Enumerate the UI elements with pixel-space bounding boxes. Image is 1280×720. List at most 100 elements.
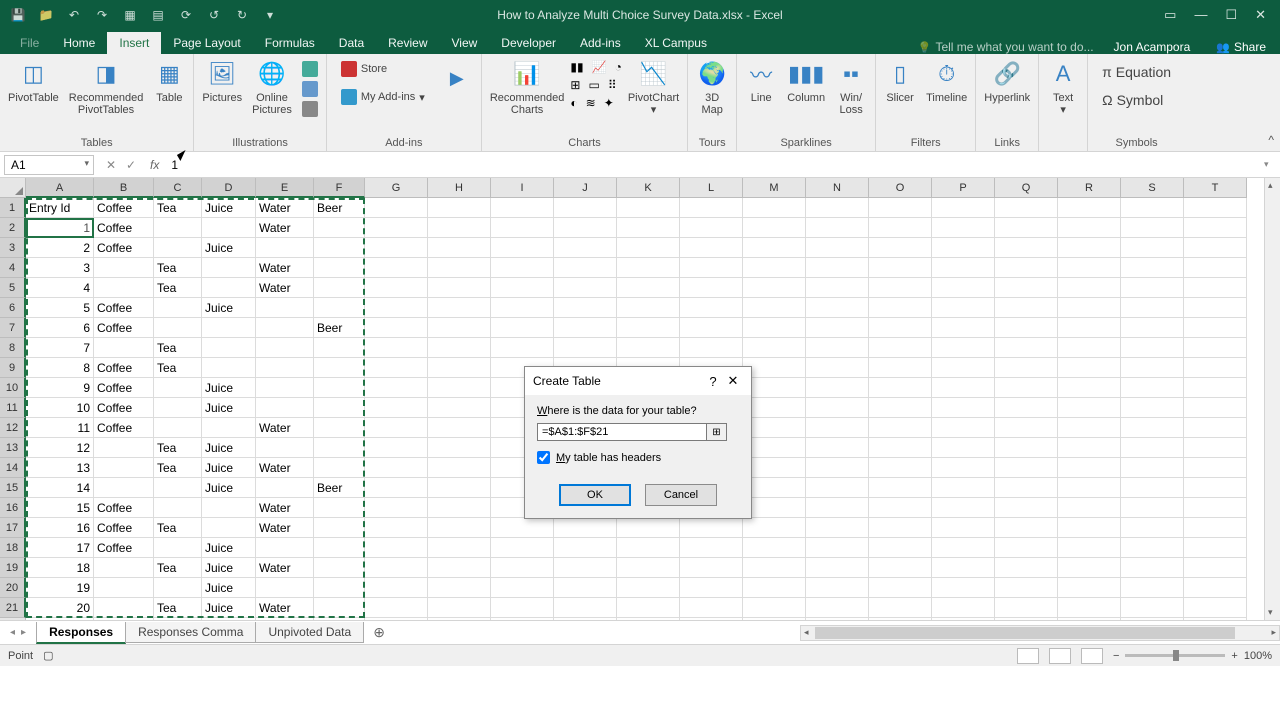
zoom-out-icon[interactable]: − [1113,650,1119,662]
timeline-button[interactable]: ⏱Timeline [922,56,971,106]
cell[interactable] [1058,498,1121,518]
cell[interactable]: Water [256,278,314,298]
cell[interactable] [806,398,869,418]
row-header[interactable]: 19 [0,558,26,578]
cell[interactable] [743,198,806,218]
cell[interactable] [1184,378,1247,398]
select-all-button[interactable] [0,178,26,198]
sparkline-column-button[interactable]: ▮▮▮Column [783,56,829,106]
cell[interactable] [314,378,365,398]
cell[interactable] [743,298,806,318]
cell[interactable] [869,518,932,538]
cell[interactable] [617,518,680,538]
cell[interactable] [1058,218,1121,238]
cell[interactable] [806,578,869,598]
cell[interactable] [932,198,995,218]
range-picker-icon[interactable]: ⊞ [707,423,727,441]
cell[interactable] [554,298,617,318]
cell[interactable] [806,258,869,278]
cell[interactable] [1184,358,1247,378]
cell[interactable] [256,238,314,258]
cell[interactable] [554,558,617,578]
cell[interactable]: Juice [202,558,256,578]
cell[interactable] [1058,298,1121,318]
cell[interactable] [932,558,995,578]
cell[interactable] [154,218,202,238]
cell[interactable] [806,238,869,258]
cell[interactable] [428,598,491,618]
name-box[interactable]: A1 [4,155,94,175]
cell[interactable]: Juice [202,198,256,218]
cell[interactable] [743,458,806,478]
cell[interactable] [743,558,806,578]
cell[interactable] [995,298,1058,318]
cell[interactable] [806,358,869,378]
cell[interactable] [94,478,154,498]
cell[interactable] [995,578,1058,598]
cell[interactable] [995,558,1058,578]
minimize-icon[interactable]: — [1194,7,1207,23]
cell[interactable] [94,438,154,458]
col-header[interactable]: S [1121,178,1184,198]
cell[interactable] [1121,438,1184,458]
combo-chart-icon[interactable]: ◐ [570,96,577,110]
col-header[interactable]: M [743,178,806,198]
cell[interactable] [314,518,365,538]
cell[interactable]: Beer [314,318,365,338]
row-header[interactable]: 11 [0,398,26,418]
cell[interactable] [995,458,1058,478]
sheet-nav[interactable]: ◂▸ [0,627,36,638]
col-header[interactable]: O [869,178,932,198]
cell[interactable] [1184,418,1247,438]
cell[interactable] [995,398,1058,418]
cell[interactable]: Tea [154,518,202,538]
cell[interactable] [365,578,428,598]
cell[interactable] [680,298,743,318]
cell[interactable] [428,438,491,458]
cell[interactable] [932,318,995,338]
cell[interactable]: Tea [154,458,202,478]
cell[interactable] [1184,218,1247,238]
cell[interactable] [256,538,314,558]
cell[interactable] [932,518,995,538]
cell[interactable] [1184,498,1247,518]
cell[interactable] [743,278,806,298]
cell[interactable] [202,218,256,238]
cell[interactable] [617,258,680,278]
cell[interactable] [995,438,1058,458]
cell[interactable] [932,378,995,398]
share-button[interactable]: Share [1202,40,1280,54]
cell[interactable] [932,278,995,298]
cell[interactable] [491,518,554,538]
cell[interactable] [1121,538,1184,558]
cell[interactable] [806,418,869,438]
cell[interactable]: Juice [202,578,256,598]
cancel-formula-icon[interactable]: ✕ [104,158,118,172]
cell[interactable] [806,318,869,338]
cell[interactable]: 8 [26,358,94,378]
cell[interactable] [428,298,491,318]
cell[interactable] [256,298,314,318]
table-range-input[interactable] [537,423,707,441]
cell[interactable] [869,598,932,618]
cell[interactable] [314,418,365,438]
cell[interactable]: Water [256,518,314,538]
cell[interactable]: Coffee [94,318,154,338]
zoom-level[interactable]: 100% [1244,650,1272,662]
cell[interactable] [554,318,617,338]
cell[interactable] [932,418,995,438]
cell[interactable] [806,218,869,238]
cell[interactable] [743,598,806,618]
cell[interactable]: Beer [314,198,365,218]
cell[interactable] [365,478,428,498]
cell[interactable] [202,618,256,620]
col-header[interactable]: G [365,178,428,198]
row-headers[interactable]: 12345678910111213141516171819202122 [0,198,26,620]
cell[interactable] [1121,558,1184,578]
cell[interactable] [1058,398,1121,418]
cell[interactable] [428,378,491,398]
cell[interactable] [202,278,256,298]
text-button[interactable]: AText▾ [1043,56,1083,118]
cell[interactable] [932,298,995,318]
cell[interactable] [680,318,743,338]
